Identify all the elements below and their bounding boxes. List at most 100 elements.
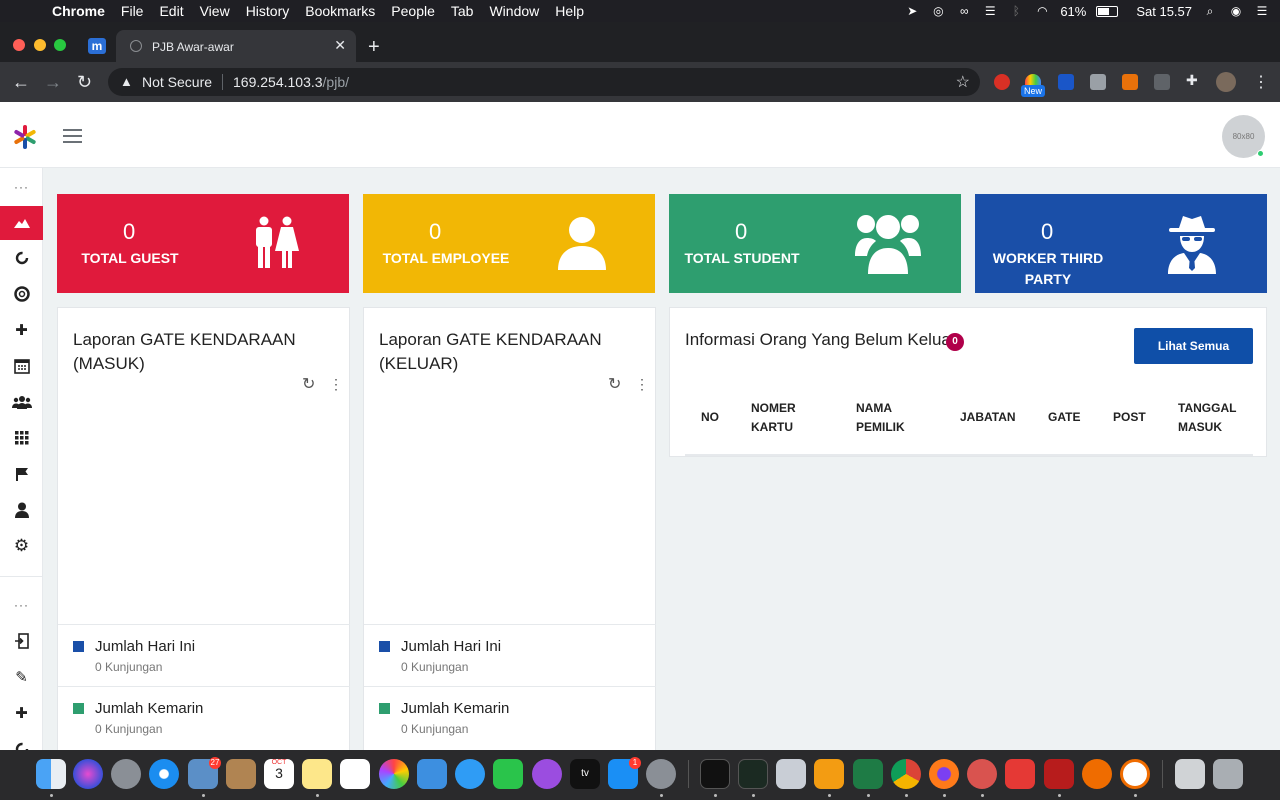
column-header[interactable]: NO: [701, 408, 719, 427]
anydesk-icon[interactable]: [1005, 759, 1035, 789]
column-header[interactable]: POST: [1113, 408, 1146, 427]
vpn-icon[interactable]: [1120, 759, 1150, 789]
spotlight-icon[interactable]: ⌕: [1202, 4, 1218, 18]
window-zoom-button[interactable]: [54, 39, 66, 51]
bookmark-star-icon[interactable]: ☆: [956, 72, 970, 92]
contacts-icon[interactable]: [226, 759, 256, 789]
chrome-menu-icon[interactable]: ⋮: [1253, 72, 1269, 92]
window-close-button[interactable]: [13, 39, 25, 51]
excel-icon[interactable]: [853, 759, 883, 789]
sidebar-item-profile[interactable]: [0, 493, 43, 527]
column-header[interactable]: GATE: [1048, 408, 1080, 427]
new-tab-icon[interactable]: +: [368, 36, 380, 59]
extension-camera-icon[interactable]: [1090, 74, 1106, 90]
sidebar-item-settings[interactable]: ⚙: [0, 529, 43, 563]
sidebar-item-users[interactable]: [0, 385, 43, 419]
drive-icon[interactable]: ☰: [982, 4, 998, 18]
siri-icon[interactable]: ◉: [1228, 4, 1244, 18]
profile-avatar-icon[interactable]: [1216, 72, 1236, 92]
sidebar-item-reports[interactable]: [0, 457, 43, 491]
sublime-text-icon[interactable]: [814, 759, 844, 789]
more-vert-icon[interactable]: ⋮: [635, 376, 649, 393]
tab-active[interactable]: PJB Awar-awar ✕: [116, 30, 356, 62]
menu-edit[interactable]: Edit: [151, 0, 191, 22]
sidebar-item-apps[interactable]: [0, 421, 43, 455]
menu-tab[interactable]: Tab: [443, 0, 482, 22]
app-logo-icon[interactable]: [12, 124, 38, 150]
sidebar-item-extensions[interactable]: ✚: [0, 696, 43, 730]
wifi-icon[interactable]: ◠: [1034, 4, 1050, 18]
extension-rss-icon[interactable]: [1122, 74, 1138, 90]
more-vert-icon[interactable]: ⋮: [329, 376, 343, 393]
menu-history[interactable]: History: [238, 0, 298, 22]
notes-icon[interactable]: [302, 759, 332, 789]
sidebar-item-login[interactable]: [0, 624, 43, 658]
stat-card-worker-third-party[interactable]: 0 WORKER THIRD PARTY: [975, 194, 1267, 293]
battery-icon[interactable]: [1096, 5, 1119, 17]
reload-icon[interactable]: ↻: [77, 72, 92, 92]
menu-window[interactable]: Window: [481, 0, 547, 22]
downloads-stack-icon[interactable]: [1175, 759, 1205, 789]
finder-icon[interactable]: [36, 759, 66, 789]
menu-people[interactable]: People: [383, 0, 443, 22]
activity-monitor-icon[interactable]: [738, 759, 768, 789]
forward-icon[interactable]: →: [44, 72, 62, 92]
hamburger-menu-icon[interactable]: [63, 129, 82, 143]
pinned-tab-m-icon[interactable]: m: [88, 38, 106, 54]
stat-card-total-guest[interactable]: 0 TOTAL GUEST: [57, 194, 349, 293]
clock[interactable]: Sat 15.57: [1136, 4, 1192, 19]
xcode-icon[interactable]: [417, 759, 447, 789]
stat-card-total-student[interactable]: 0 TOTAL STUDENT: [669, 194, 961, 293]
postman-icon[interactable]: [1082, 759, 1112, 789]
sidebar-item-sync[interactable]: [0, 732, 43, 750]
view-all-button[interactable]: Lihat Semua: [1134, 328, 1253, 364]
trash-icon[interactable]: [1213, 759, 1243, 789]
system-preferences-icon[interactable]: [646, 759, 676, 789]
calendar-icon[interactable]: OCT 3: [264, 759, 294, 789]
bluetooth-icon[interactable]: ᛒ: [1008, 4, 1024, 18]
menu-chrome[interactable]: Chrome: [44, 0, 113, 22]
reload-icon[interactable]: ↻: [302, 374, 315, 394]
extension-mail-icon[interactable]: [1058, 74, 1074, 90]
column-header[interactable]: NAMA PEMILIK: [856, 399, 926, 437]
column-header[interactable]: TANGGAL MASUK: [1178, 399, 1248, 437]
apple-tv-icon[interactable]: tv: [570, 759, 600, 789]
extension-c-icon[interactable]: [1154, 74, 1170, 90]
filezilla-icon[interactable]: [1044, 759, 1074, 789]
address-bar[interactable]: ▲ Not Secure 169.254.103.3/pjb/ ☆: [108, 68, 980, 96]
sidebar-item-refresh[interactable]: [0, 241, 43, 275]
safari-icon[interactable]: [149, 759, 179, 789]
sidebar-item-support[interactable]: [0, 277, 43, 311]
column-header[interactable]: NOMER KARTU: [751, 399, 821, 437]
extensions-puzzle-icon[interactable]: ✚: [1186, 72, 1202, 88]
reload-icon[interactable]: ↻: [608, 374, 621, 394]
firefox-icon[interactable]: [929, 759, 959, 789]
column-header[interactable]: JABATAN: [960, 408, 1016, 427]
reminders-icon[interactable]: [340, 759, 370, 789]
creative-cloud-icon[interactable]: ∞: [956, 4, 972, 18]
stat-card-total-employee[interactable]: 0 TOTAL EMPLOYEE: [363, 194, 655, 293]
sidebar-item-edit[interactable]: ✎: [0, 660, 43, 694]
menu-bookmarks[interactable]: Bookmarks: [297, 0, 383, 22]
photos-icon[interactable]: [379, 759, 409, 789]
messages-icon[interactable]: [455, 759, 485, 789]
tab-close-icon[interactable]: ✕: [334, 37, 346, 54]
security-label[interactable]: Not Secure: [142, 74, 212, 90]
podcasts-icon[interactable]: [532, 759, 562, 789]
sidebar-item-dashboard[interactable]: [0, 206, 43, 240]
chrome-icon[interactable]: [891, 759, 921, 789]
facetime-icon[interactable]: [493, 759, 523, 789]
utility-icon[interactable]: [776, 759, 806, 789]
airdrop-icon[interactable]: ◎: [930, 4, 946, 18]
terminal-icon[interactable]: [700, 759, 730, 789]
remote-desktop-icon[interactable]: [967, 759, 997, 789]
menu-view[interactable]: View: [192, 0, 238, 22]
warning-icon[interactable]: ▲: [120, 74, 133, 89]
url-text[interactable]: 169.254.103.3/pjb/: [233, 74, 349, 90]
sidebar-item-plugins[interactable]: ✚: [0, 313, 43, 347]
extension-adblock-icon[interactable]: [994, 74, 1010, 90]
siri-icon[interactable]: [73, 759, 103, 789]
window-minimize-button[interactable]: [34, 39, 46, 51]
notification-center-icon[interactable]: ☰: [1254, 4, 1270, 18]
sidebar-item-calendar[interactable]: [0, 349, 43, 383]
